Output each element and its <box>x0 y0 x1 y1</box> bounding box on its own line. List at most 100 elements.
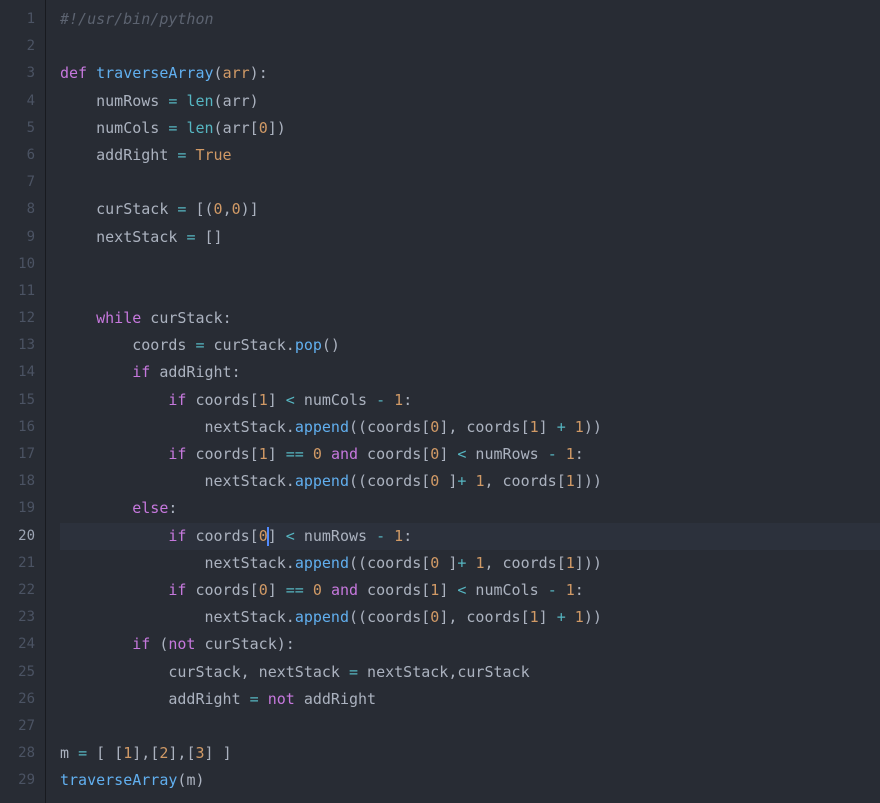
token-var: curStack <box>141 309 222 327</box>
token-paren: (( <box>349 554 367 572</box>
token-paren: [ <box>250 445 259 463</box>
token-punct: , <box>223 200 232 218</box>
token-number: 0 <box>313 445 322 463</box>
code-line[interactable]: #!/usr/bin/python <box>60 6 880 33</box>
token-var <box>304 581 313 599</box>
token-number: 3 <box>195 744 204 762</box>
code-line[interactable]: if coords[0] < numRows - 1: <box>60 523 880 550</box>
line-number: 7 <box>6 169 35 196</box>
token-number: 1 <box>575 418 584 436</box>
code-line[interactable]: nextStack.append((coords[0 ]+ 1, coords[… <box>60 550 880 577</box>
token-paren: ] <box>575 472 584 490</box>
token-var: nextStack <box>60 228 186 246</box>
token-keyword: and <box>331 581 358 599</box>
token-var <box>105 744 114 762</box>
token-funcname: append <box>295 608 349 626</box>
token-op: - <box>376 527 385 545</box>
token-op: - <box>548 581 557 599</box>
token-var <box>277 445 286 463</box>
code-line[interactable]: numRows = len(arr) <box>60 88 880 115</box>
token-number: 1 <box>566 554 575 572</box>
code-line[interactable]: while curStack: <box>60 305 880 332</box>
line-number: 3 <box>6 60 35 87</box>
code-line[interactable]: addRight = not addRight <box>60 686 880 713</box>
code-line[interactable] <box>60 169 880 196</box>
token-var: addRight <box>60 146 177 164</box>
token-var <box>548 418 557 436</box>
line-number-gutter: 1234567891011121314151617181920212223242… <box>0 0 46 803</box>
code-line[interactable]: numCols = len(arr[0]) <box>60 115 880 142</box>
token-var: numCols <box>295 391 376 409</box>
code-line[interactable]: m = [ [1],[2],[3] ] <box>60 740 880 767</box>
code-line[interactable]: traverseArray(m) <box>60 767 880 794</box>
code-line[interactable]: def traverseArray(arr): <box>60 60 880 87</box>
code-line[interactable]: nextStack = [] <box>60 224 880 251</box>
code-line[interactable]: curStack, nextStack = nextStack,curStack <box>60 659 880 686</box>
token-var <box>60 363 132 381</box>
token-op: = <box>195 336 204 354</box>
code-editor-area[interactable]: #!/usr/bin/python def traverseArray(arr):… <box>46 0 880 803</box>
token-paren: [ <box>421 581 430 599</box>
code-line[interactable]: else: <box>60 495 880 522</box>
code-line[interactable]: if addRight: <box>60 359 880 386</box>
token-var: m <box>60 744 78 762</box>
token-number: 1 <box>394 391 403 409</box>
code-line[interactable]: if coords[0] == 0 and coords[1] < numCol… <box>60 577 880 604</box>
code-line[interactable]: if (not curStack): <box>60 631 880 658</box>
token-var <box>548 608 557 626</box>
token-var: coords <box>186 391 249 409</box>
token-var: , coords <box>448 608 520 626</box>
token-op: - <box>376 391 385 409</box>
token-number: 1 <box>530 418 539 436</box>
token-var: arr <box>223 119 250 137</box>
code-line[interactable]: if coords[1] == 0 and coords[0] < numRow… <box>60 441 880 468</box>
token-paren: [] <box>205 228 223 246</box>
token-var: coords <box>186 581 249 599</box>
token-number: 1 <box>530 608 539 626</box>
token-number: 0 <box>313 581 322 599</box>
line-number: 29 <box>6 767 35 794</box>
line-number: 6 <box>6 142 35 169</box>
token-var: coords <box>60 336 195 354</box>
token-paren: )) <box>584 554 602 572</box>
token-builtin: len <box>186 119 213 137</box>
code-line[interactable]: if coords[1] < numCols - 1: <box>60 387 880 414</box>
line-number: 10 <box>6 251 35 278</box>
line-number: 18 <box>6 468 35 495</box>
token-paren: ] <box>539 418 548 436</box>
code-line[interactable] <box>60 713 880 740</box>
token-paren: ] <box>439 445 448 463</box>
code-line[interactable]: coords = curStack.pop() <box>60 332 880 359</box>
token-paren: ( <box>214 64 223 82</box>
line-number: 26 <box>6 686 35 713</box>
token-op: - <box>548 445 557 463</box>
token-paren: ] <box>250 200 259 218</box>
code-line[interactable] <box>60 251 880 278</box>
token-funcname: pop <box>295 336 322 354</box>
token-paren: [ <box>557 554 566 572</box>
code-line[interactable]: nextStack.append((coords[0], coords[1] +… <box>60 604 880 631</box>
token-var <box>322 581 331 599</box>
code-line[interactable] <box>60 278 880 305</box>
token-paren: ) <box>195 771 204 789</box>
token-number: 0 <box>430 472 439 490</box>
token-var: curStack <box>60 200 177 218</box>
token-var: numRows <box>295 527 376 545</box>
line-number: 23 <box>6 604 35 631</box>
line-number: 15 <box>6 387 35 414</box>
code-line[interactable]: curStack = [(0,0)] <box>60 196 880 223</box>
code-line[interactable]: addRight = True <box>60 142 880 169</box>
token-keyword: if <box>168 527 186 545</box>
token-var <box>566 418 575 436</box>
token-number: 0 <box>232 200 241 218</box>
token-paren: )) <box>584 472 602 490</box>
token-var <box>277 527 286 545</box>
token-var <box>277 581 286 599</box>
token-var <box>60 391 168 409</box>
code-line[interactable]: nextStack.append((coords[0], coords[1] +… <box>60 414 880 441</box>
token-var: coords <box>186 527 249 545</box>
code-line[interactable]: nextStack.append((coords[0 ]+ 1, coords[… <box>60 468 880 495</box>
code-line[interactable] <box>60 33 880 60</box>
token-op: + <box>557 608 566 626</box>
token-paren: [ <box>250 527 259 545</box>
